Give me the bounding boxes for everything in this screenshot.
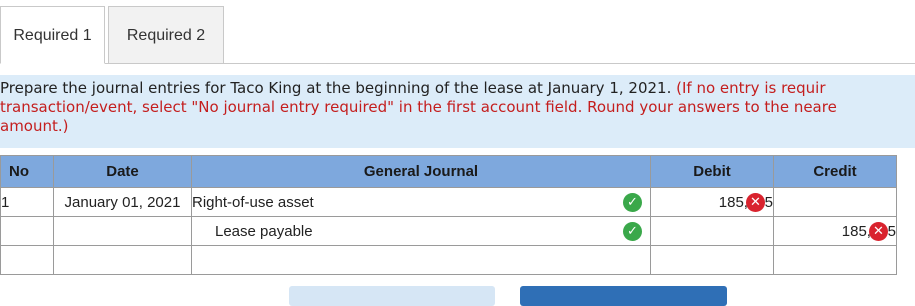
table-row: Lease payable ✓ 185,905 ✕	[0, 216, 897, 246]
row-2-account-value: Lease payable	[215, 222, 313, 240]
row-1-credit-input[interactable]	[773, 187, 897, 217]
instructions-line-2: transaction/event, select "No journal en…	[0, 98, 837, 116]
tab-bar: Required 1 Required 2	[0, 0, 915, 64]
next-button[interactable]	[520, 286, 727, 306]
row-2-debit-input[interactable]	[650, 216, 774, 246]
row-3-account-select[interactable]	[191, 245, 651, 275]
check-icon: ✓	[623, 193, 642, 212]
instructions-line-3: amount.)	[0, 117, 69, 135]
row-3-no	[0, 245, 54, 275]
header-general-journal: General Journal	[191, 155, 651, 188]
table-header-row: No Date General Journal Debit Credit	[0, 155, 897, 188]
journal-table: No Date General Journal Debit Credit 1 J…	[0, 155, 897, 275]
instructions-hint-text: (If no entry is requir	[676, 79, 826, 97]
row-2-no	[0, 216, 54, 246]
row-1-no: 1	[0, 187, 54, 217]
row-1-date-select[interactable]: January 01, 2021	[53, 187, 192, 217]
header-no: No	[0, 155, 54, 188]
row-3-credit-input[interactable]	[773, 245, 897, 275]
instructions-line-1: Prepare the journal entries for Taco Kin…	[0, 79, 915, 98]
check-icon: ✓	[623, 222, 642, 241]
row-1-account-value: Right-of-use asset	[192, 193, 314, 211]
x-icon: ✕	[869, 222, 888, 241]
row-3-date-select[interactable]	[53, 245, 192, 275]
header-debit: Debit	[650, 155, 774, 188]
tab-required-2[interactable]: Required 2	[108, 6, 224, 64]
previous-button[interactable]	[289, 286, 495, 306]
instructions-panel: Prepare the journal entries for Taco Kin…	[0, 75, 915, 148]
x-icon: ✕	[746, 193, 765, 212]
row-2-credit-input[interactable]: 185,905 ✕	[773, 216, 897, 246]
row-2-date-select[interactable]	[53, 216, 192, 246]
table-row	[0, 245, 897, 275]
row-1-account-select[interactable]: Right-of-use asset ✓	[191, 187, 651, 217]
row-1-debit-input[interactable]: 185,905 ✕	[650, 187, 774, 217]
tab-required-1[interactable]: Required 1	[0, 6, 105, 64]
instructions-main-text: Prepare the journal entries for Taco Kin…	[0, 79, 672, 97]
table-row: 1 January 01, 2021 Right-of-use asset ✓ …	[0, 187, 897, 217]
header-credit: Credit	[773, 155, 897, 188]
header-date: Date	[53, 155, 192, 188]
row-3-debit-input[interactable]	[650, 245, 774, 275]
row-2-account-select[interactable]: Lease payable ✓	[191, 216, 651, 246]
